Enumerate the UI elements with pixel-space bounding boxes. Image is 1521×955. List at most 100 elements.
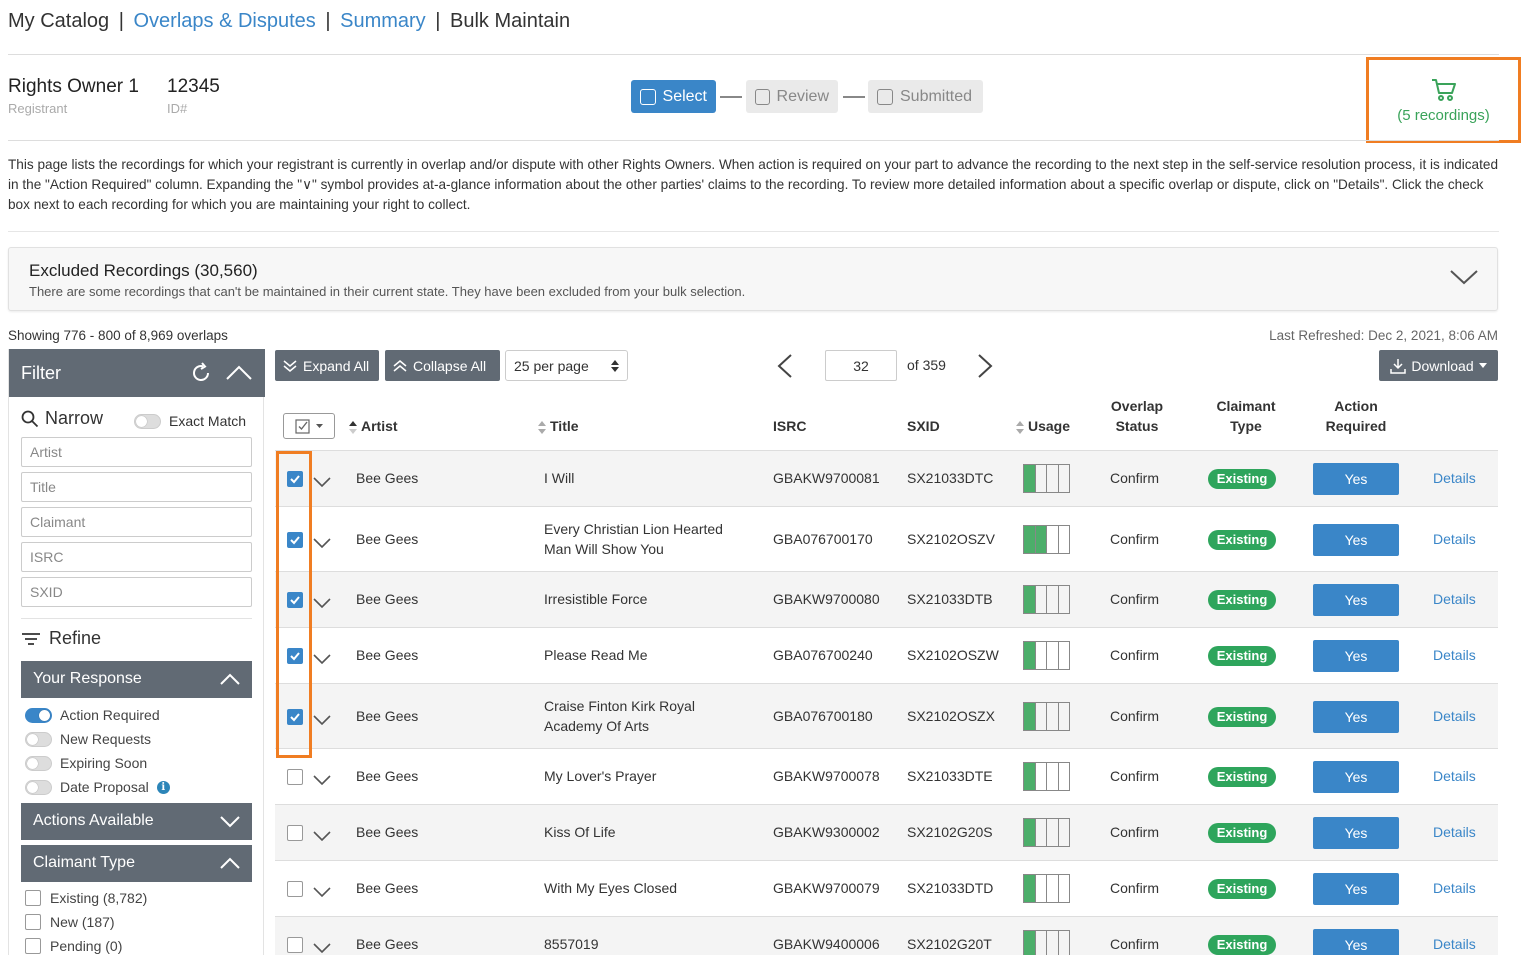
info-icon[interactable]: i: [156, 780, 170, 794]
details-link[interactable]: Details: [1433, 768, 1476, 784]
sxid-cell: SX21033DTE: [907, 768, 993, 784]
artist-filter-input[interactable]: [21, 437, 252, 467]
previous-page-icon[interactable]: [776, 353, 794, 379]
details-link[interactable]: Details: [1433, 591, 1476, 607]
checkbox[interactable]: [25, 914, 41, 930]
usage-segment: [1036, 642, 1047, 669]
expand-row-icon[interactable]: [313, 537, 331, 548]
row-checkbox[interactable]: [287, 531, 303, 548]
details-link[interactable]: Details: [1433, 824, 1476, 840]
expand-row-icon[interactable]: [313, 774, 331, 785]
action-required-button[interactable]: Yes: [1313, 523, 1399, 556]
expand-row-icon[interactable]: [313, 653, 331, 664]
claimant-type-badge: Existing: [1208, 767, 1276, 787]
sxid-cell: SX21033DTB: [907, 591, 993, 607]
usage-segment: [1047, 875, 1059, 902]
claimant-filter-input[interactable]: [21, 507, 252, 537]
details-link[interactable]: Details: [1433, 647, 1476, 663]
details-link[interactable]: Details: [1433, 470, 1476, 486]
details-link[interactable]: Details: [1433, 936, 1476, 952]
column-artist[interactable]: Artist: [349, 416, 398, 436]
expand-row-icon[interactable]: [313, 476, 331, 487]
row-checkbox[interactable]: [287, 769, 303, 785]
checkbox-icon: [755, 88, 770, 105]
column-title[interactable]: Title: [538, 416, 579, 436]
new-requests-toggle[interactable]: [25, 731, 52, 747]
chevron-down-icon: [220, 816, 240, 828]
details-link[interactable]: Details: [1433, 880, 1476, 896]
expand-row-icon[interactable]: [313, 830, 331, 841]
checkbox[interactable]: [25, 938, 41, 954]
select-all-dropdown[interactable]: [283, 413, 335, 439]
sxid-cell: SX2102OSZV: [907, 530, 995, 547]
checkbox[interactable]: [25, 890, 41, 906]
cart-icon: [1431, 78, 1456, 101]
row-checkbox[interactable]: [287, 592, 303, 608]
excluded-recordings-panel[interactable]: Excluded Recordings (30,560) There are s…: [8, 247, 1498, 311]
cart-button[interactable]: (5 recordings): [1366, 57, 1521, 143]
usage-segment: [1047, 819, 1059, 846]
title-filter-input[interactable]: [21, 472, 252, 502]
nav-summary[interactable]: Summary: [340, 10, 426, 32]
claimant-type-section[interactable]: Claimant Type: [21, 845, 252, 882]
page-number-input[interactable]: [825, 350, 897, 381]
expand-all-button[interactable]: Expand All: [275, 350, 379, 381]
row-checkbox[interactable]: [287, 881, 303, 897]
row-checkbox[interactable]: [287, 825, 303, 841]
action-required-button[interactable]: Yes: [1313, 700, 1399, 733]
exact-match: Exact Match: [134, 413, 246, 429]
action-required-button[interactable]: Yes: [1313, 640, 1399, 672]
artist-cell: Bee Gees: [356, 647, 419, 663]
expand-row-icon[interactable]: [313, 886, 331, 897]
row-checkbox[interactable]: [287, 471, 303, 487]
date-proposal-toggle[interactable]: [25, 779, 52, 795]
cart-count: (5 recordings): [1397, 106, 1490, 124]
action-required-button[interactable]: Yes: [1313, 817, 1399, 849]
column-label: Claimant: [1216, 398, 1276, 414]
check-icon: [290, 475, 300, 484]
per-page-value: 25 per page: [514, 357, 589, 374]
your-response-section[interactable]: Your Response: [21, 661, 252, 698]
action-required-toggle[interactable]: [25, 707, 52, 723]
sxid-filter-input[interactable]: [21, 577, 252, 607]
action-required-button[interactable]: Yes: [1313, 584, 1399, 616]
expiring-soon-toggle[interactable]: [25, 755, 52, 771]
usage-segment: [1059, 586, 1070, 613]
download-button[interactable]: Download: [1379, 350, 1498, 381]
isrc-filter-input[interactable]: [21, 542, 252, 572]
column-usage[interactable]: Usage: [1016, 416, 1070, 436]
action-required-button[interactable]: Yes: [1313, 761, 1399, 793]
details-link[interactable]: Details: [1433, 708, 1476, 724]
claimant-type-badge: Existing: [1208, 706, 1276, 727]
row-checkbox[interactable]: [287, 937, 303, 953]
step-submitted[interactable]: Submitted: [868, 80, 983, 113]
nav-overlaps-disputes[interactable]: Overlaps & Disputes: [133, 10, 315, 32]
overlap-status-cell: Confirm: [1110, 470, 1160, 486]
row-checkbox[interactable]: [287, 708, 303, 725]
action-required-button[interactable]: Yes: [1313, 929, 1399, 955]
step-review[interactable]: Review: [746, 80, 838, 113]
usage-segment: [1036, 702, 1047, 730]
action-required-button[interactable]: Yes: [1313, 463, 1399, 495]
exact-match-toggle[interactable]: [134, 413, 161, 429]
per-page-select[interactable]: 25 per page: [505, 350, 628, 381]
actions-available-section[interactable]: Actions Available: [21, 803, 252, 840]
usage-segment: [1035, 525, 1047, 553]
next-page-icon[interactable]: [976, 353, 994, 379]
details-link[interactable]: Details: [1433, 531, 1476, 547]
title-line: Man Will Show You: [544, 540, 664, 557]
usage-segment: [1059, 763, 1070, 790]
expand-row-icon[interactable]: [313, 597, 331, 608]
step-select[interactable]: Select: [631, 80, 716, 113]
refresh-icon[interactable]: [189, 361, 213, 385]
chevron-up-icon[interactable]: [225, 364, 253, 382]
usage-segment: [1059, 465, 1070, 492]
action-required-button[interactable]: Yes: [1313, 873, 1399, 905]
collapse-all-button[interactable]: Collapse All: [385, 350, 500, 381]
row-checkbox[interactable]: [287, 648, 303, 664]
expand-row-icon[interactable]: [313, 714, 331, 725]
usage-meter: [1023, 701, 1070, 731]
section-title: Actions Available: [33, 812, 154, 829]
nav-separator: |: [325, 10, 331, 32]
expand-row-icon[interactable]: [313, 942, 331, 953]
